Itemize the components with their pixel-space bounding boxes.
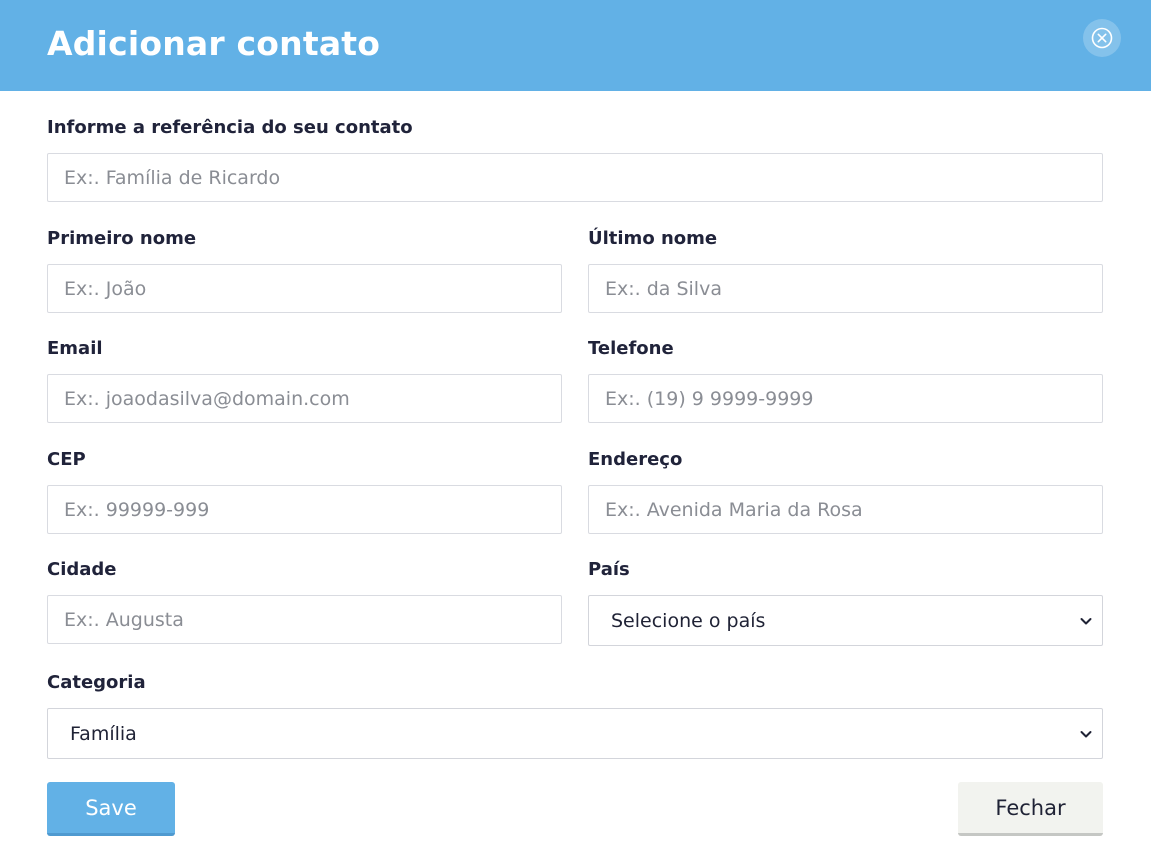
close-modal-button[interactable]: Fechar [958,782,1103,836]
add-contact-modal: Adicionar contato Informe a referência d… [0,0,1151,841]
country-select-value: Selecione o país [611,609,766,632]
country-label: País [588,559,630,580]
category-select[interactable]: Família [47,708,1103,759]
address-label: Endereço [588,449,683,470]
save-button[interactable]: Save [47,782,175,836]
cep-label: CEP [47,449,86,470]
close-button[interactable] [1083,19,1121,57]
modal-header: Adicionar contato [0,0,1151,91]
city-label: Cidade [47,559,117,580]
address-input[interactable] [588,485,1103,534]
close-circle-icon [1091,27,1113,49]
last-name-label: Último nome [588,228,718,249]
reference-label: Informe a referência do seu contato [47,117,413,138]
email-input[interactable] [47,374,562,423]
chevron-down-icon [1080,618,1092,625]
category-label: Categoria [47,672,146,693]
phone-input[interactable] [588,374,1103,423]
category-select-value: Família [70,722,137,745]
cep-input[interactable] [47,485,562,534]
reference-input[interactable] [47,153,1103,202]
country-select[interactable]: Selecione o país [588,595,1103,646]
city-input[interactable] [47,595,562,644]
email-label: Email [47,338,103,359]
phone-label: Telefone [588,338,674,359]
first-name-label: Primeiro nome [47,228,197,249]
last-name-input[interactable] [588,264,1103,313]
modal-title: Adicionar contato [47,24,381,63]
chevron-down-icon [1080,731,1092,738]
first-name-input[interactable] [47,264,562,313]
